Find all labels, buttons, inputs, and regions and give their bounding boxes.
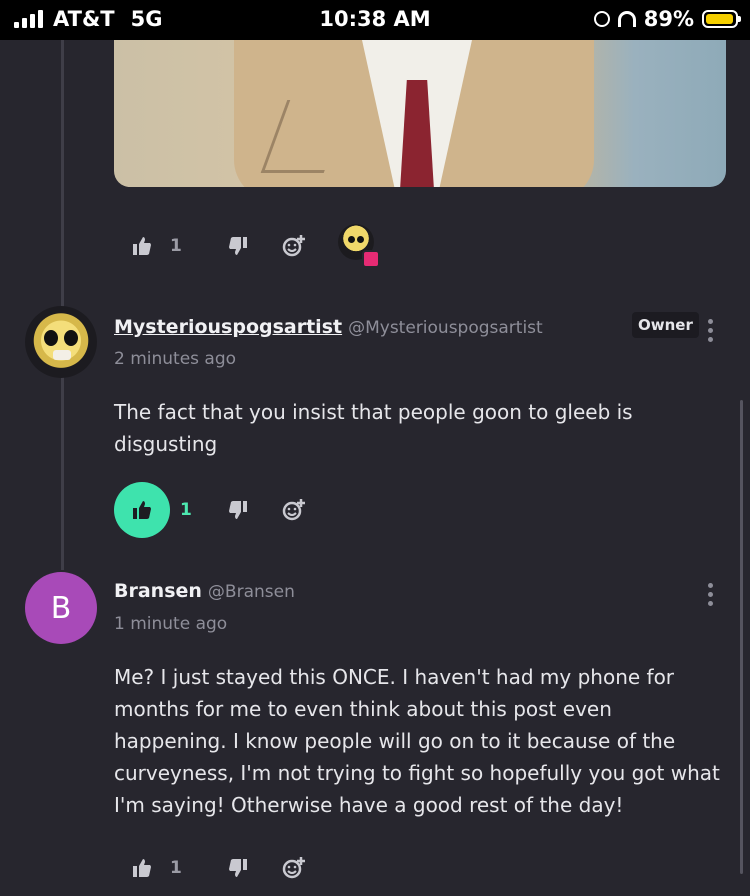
comment-actions: 1: [114, 840, 322, 896]
user-handle: @Bransen: [207, 582, 295, 602]
like-count: 1: [170, 236, 182, 256]
add-reaction-icon: [282, 235, 305, 257]
add-reaction-button[interactable]: [266, 482, 322, 538]
comment-text: The fact that you insist that people goo…: [114, 400, 633, 456]
reacted-user-avatar[interactable]: [334, 222, 382, 270]
like-button[interactable]: [114, 840, 170, 896]
battery-icon: [702, 10, 741, 28]
dislike-button[interactable]: [210, 840, 266, 896]
headphones-icon: [617, 11, 636, 27]
like-count: 1: [170, 858, 182, 878]
add-reaction-button[interactable]: [266, 218, 322, 274]
battery-percent: 89%: [643, 7, 694, 31]
scrollbar[interactable]: [740, 400, 743, 874]
thumbs-up-icon: [133, 501, 151, 519]
username-link[interactable]: Mysteriouspogsartist: [114, 316, 342, 338]
more-options-icon[interactable]: [708, 319, 714, 342]
add-reaction-icon: [282, 499, 305, 521]
post-actions: 1: [114, 218, 382, 274]
comment-header: Bransen @Bransen: [114, 580, 295, 602]
thumbs-down-icon: [229, 501, 247, 519]
add-reaction-icon: [282, 857, 305, 879]
like-button[interactable]: [114, 218, 170, 274]
thumbs-up-icon: [133, 237, 151, 255]
comment-actions: 1: [114, 482, 322, 538]
thumbs-down-icon: [229, 237, 247, 255]
avatar[interactable]: [25, 306, 97, 378]
thumbs-down-icon: [229, 859, 247, 877]
more-options-icon[interactable]: [708, 583, 714, 606]
thumbs-up-icon: [133, 859, 151, 877]
comment-header: Mysteriouspogsartist @Mysteriouspogsarti…: [114, 316, 543, 338]
reaction-badge-icon: [362, 250, 380, 268]
status-right: 89%: [593, 7, 741, 31]
dislike-button[interactable]: [210, 482, 266, 538]
owner-badge: Owner: [632, 312, 699, 338]
post-gif-image[interactable]: [114, 40, 726, 187]
thread-line: [61, 40, 64, 570]
like-count: 1: [180, 500, 192, 520]
add-reaction-button[interactable]: [266, 840, 322, 896]
status-bar: AT&T 5G 10:38 AM 89%: [0, 0, 750, 40]
username-link[interactable]: Bransen: [114, 580, 202, 602]
comment-timestamp: 2 minutes ago: [114, 349, 237, 369]
avatar[interactable]: B: [25, 572, 97, 644]
like-button[interactable]: [114, 482, 170, 538]
dislike-button[interactable]: [210, 218, 266, 274]
comment-timestamp: 1 minute ago: [114, 614, 228, 634]
alarm-icon: [593, 11, 610, 27]
comment-text: Me? I just stayed this ONCE. I haven't h…: [114, 665, 720, 817]
user-handle: @Mysteriouspogsartist: [348, 318, 543, 338]
